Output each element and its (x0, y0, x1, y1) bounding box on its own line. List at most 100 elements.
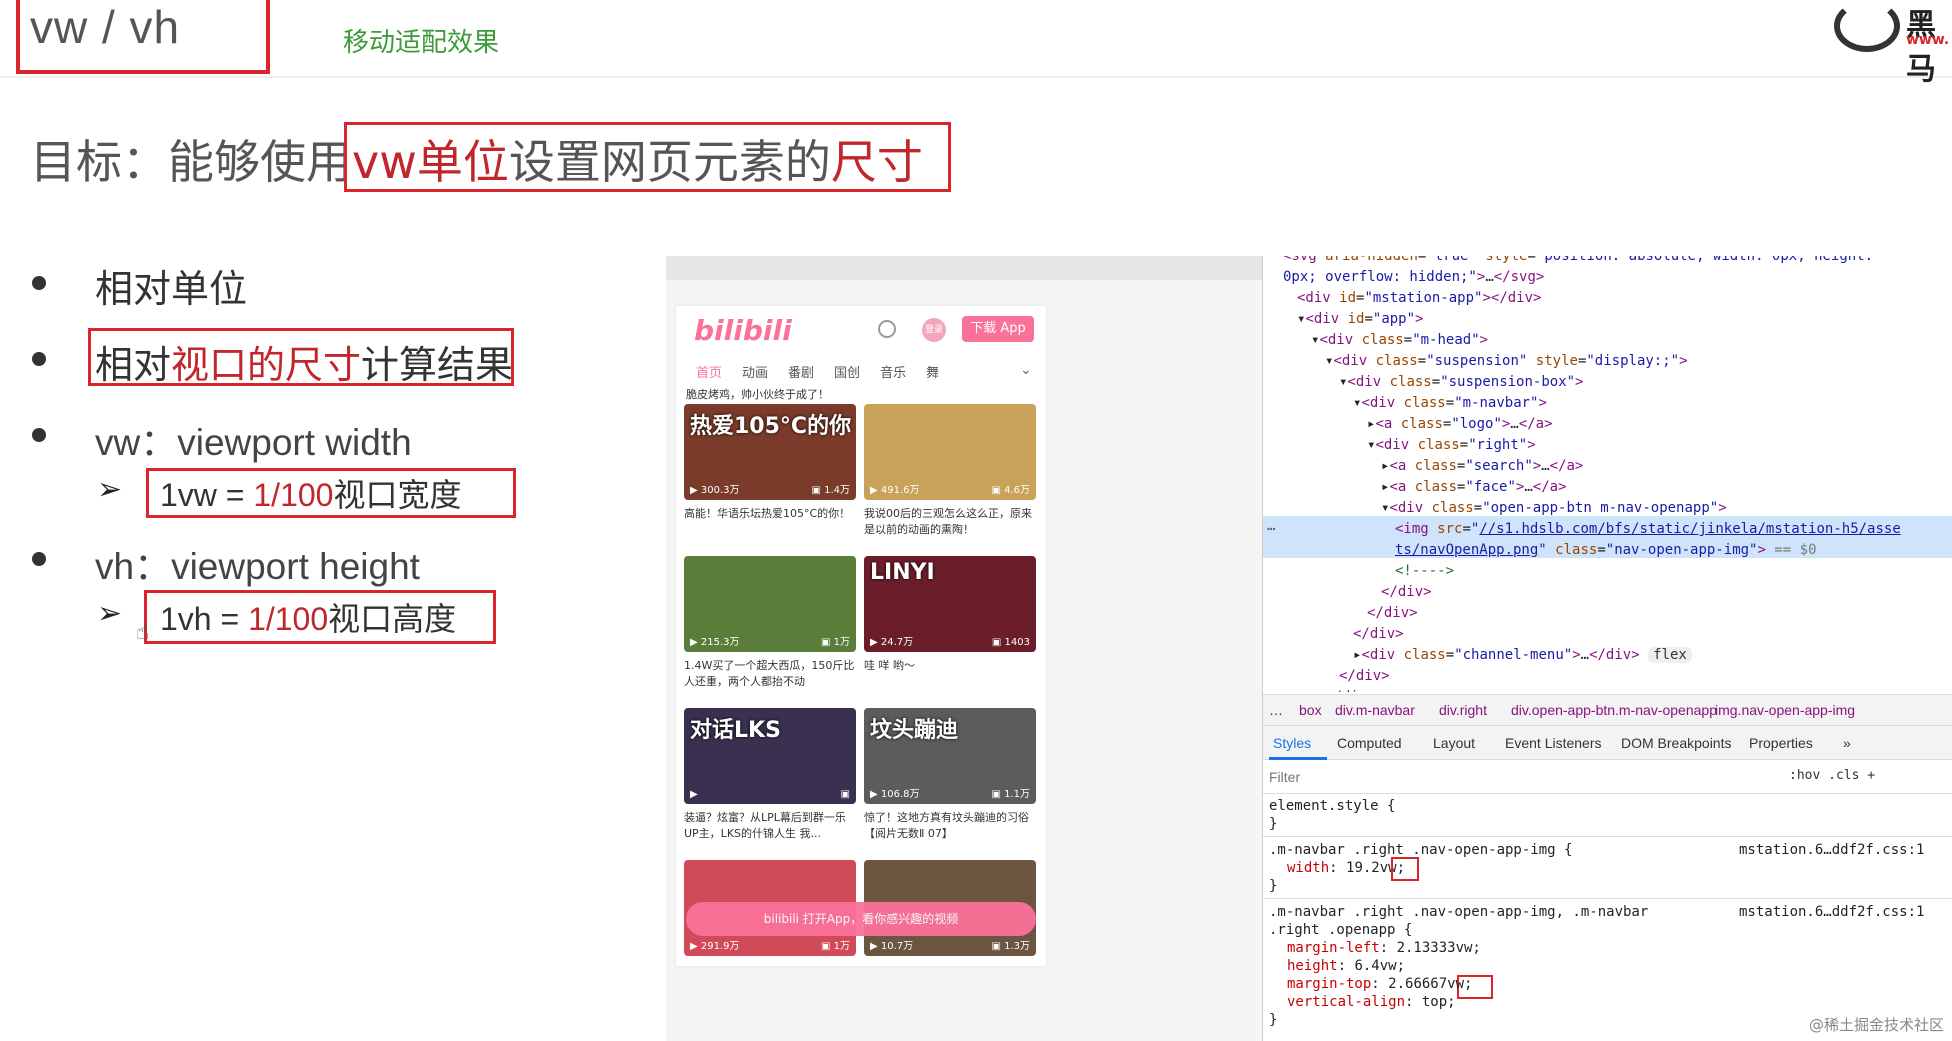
dom-node[interactable]: ▸<a class="search">…</a> (1381, 458, 1583, 474)
tab-1[interactable]: 动画 (742, 362, 768, 388)
dom-node[interactable]: <div id="mstation-app"></div> (1297, 290, 1541, 306)
video-caption: 惊了！这地方真有坟头蹦迪的习俗【阅片无数Ⅱ 07】 (864, 811, 1029, 840)
video-thumbnail[interactable]: 坟头蹦迪 ▶ 106.8万 ▣ 1.1万 (864, 708, 1036, 804)
css-declaration[interactable]: margin-top: 2.66667vw; (1287, 976, 1472, 992)
prop-value: 2.66667vw; (1388, 976, 1473, 992)
view-count-value: 106.8万 (880, 789, 920, 800)
rule-separator (1263, 836, 1952, 837)
dom-node[interactable]: 0px; overflow: hidden;">…</svg> (1283, 269, 1544, 285)
css-declaration[interactable]: margin-left: 2.13333vw; (1287, 940, 1481, 956)
tab-0[interactable]: 首页 (696, 362, 722, 388)
dom-node[interactable]: <!----> (1395, 563, 1454, 579)
thumbnail-headline: 热爱105°C的你 (690, 414, 852, 439)
video-card[interactable]: LINYI ▶ 24.7万 ▣ 1403 哇 咩 哟～ (864, 556, 1036, 690)
breadcrumb-item[interactable]: box (1299, 702, 1322, 718)
bullet-dot (32, 552, 46, 566)
video-card[interactable]: ▶ 215.3万 ▣ 1万 1.4W买了一个超大西瓜，150斤比人还重，两个人都抬不… (684, 556, 856, 690)
like-count: ▣ 1.1万 (991, 789, 1030, 800)
dom-node[interactable]: </div> (1339, 668, 1390, 684)
dom-node[interactable]: ▾<div class="open-app-btn m-nav-openapp"… (1381, 500, 1727, 516)
dom-node[interactable]: ▾<div class="suspension-box"> (1339, 374, 1583, 390)
tab-2[interactable]: 番剧 (788, 362, 814, 388)
view-count: ▶ 215.3万 (690, 637, 740, 648)
panel-tab-3[interactable]: Event Listeners (1505, 735, 1602, 751)
filter-input[interactable] (1267, 764, 1777, 790)
dom-node[interactable]: ▾<div id="app"> (1297, 311, 1423, 327)
breadcrumb-item[interactable]: div.open-app-btn.m-nav-openapp (1511, 702, 1717, 718)
video-caption: 脆皮烤鸡，帅小伙终于成了！ (686, 388, 829, 401)
watermark: @稀土掘金技术社区 (1808, 1016, 1944, 1034)
goal-highlight-box (344, 122, 951, 192)
rule1-width-decl[interactable]: width: 19.2vw; (1287, 860, 1405, 876)
thumbnail-headline: 对话LKS (690, 718, 781, 743)
tab-3[interactable]: 国创 (834, 362, 860, 388)
hov-cls-toggles[interactable]: :hov .cls + (1789, 768, 1875, 783)
like-count: ▣ 1.3万 (991, 941, 1030, 952)
like-count-value: 1万 (833, 941, 850, 952)
prop-name: width (1287, 860, 1330, 876)
video-thumbnail[interactable]: 对话LKS ▶ ▣ (684, 708, 856, 804)
video-thumbnail[interactable]: ▶ 215.3万 ▣ 1万 (684, 556, 856, 652)
tab-5[interactable]: 舞 (926, 362, 939, 388)
panel-tab-6[interactable]: » (1843, 735, 1851, 751)
download-app-button[interactable]: 下载 App (962, 316, 1034, 342)
video-caption: 1.4W买了一个超大西瓜，150斤比人还重，两个人都抬不动 (684, 659, 855, 688)
view-count: ▶ 106.8万 (870, 789, 920, 800)
dom-node[interactable]: ▾<div class="suspension" style="display:… (1325, 353, 1688, 369)
video-card[interactable]: 对话LKS ▶ ▣ 装逼？炫富？从LPL幕后到群一乐UP主，LKS的什锦人生 我.… (684, 708, 856, 842)
like-count-value: 1万 (833, 637, 850, 648)
dom-node[interactable]: </div> (1381, 584, 1432, 600)
dom-node[interactable]: ▾<div class="m-navbar"> (1353, 395, 1547, 411)
tab-4[interactable]: 音乐 (880, 362, 906, 388)
bullet-dot (32, 276, 46, 290)
video-card[interactable]: ▶ 491.6万 ▣ 4.6万 我说00后的三观怎么这么正，原来是以前的动画的熏陶！ (864, 404, 1036, 538)
breadcrumb-item[interactable]: img.nav-open-app-img (1715, 702, 1855, 718)
breadcrumb-item[interactable]: div.right (1439, 702, 1487, 718)
panel-tab-0[interactable]: Styles (1273, 735, 1311, 751)
video-card[interactable]: 坟头蹦迪 ▶ 106.8万 ▣ 1.1万 惊了！这地方真有坟头蹦迪的习俗【阅片无数Ⅱ … (864, 708, 1036, 842)
dom-node[interactable]: </div> (1353, 626, 1404, 642)
dom-node[interactable]: <img src="//s1.hdslb.com/bfs/static/jink… (1395, 521, 1901, 537)
panel-tab-5[interactable]: Properties (1749, 735, 1813, 751)
slide-subtitle: 移动适配效果 (343, 28, 500, 58)
elements-tree: … <svg aria-hidden="true" style="positio… (1263, 256, 1952, 692)
chevron-down-icon[interactable]: ⌄ (1020, 362, 1032, 378)
css-declaration[interactable]: vertical-align: top; (1287, 994, 1456, 1010)
panel-tab-4[interactable]: DOM Breakpoints (1621, 735, 1731, 751)
panel-tabs: Styles Computed Layout Event Listeners DOM B… (1263, 726, 1952, 760)
dom-node[interactable]: <svg aria-hidden="true" style="position:… (1283, 256, 1873, 264)
avatar[interactable]: 登录 (922, 318, 946, 342)
prop-value: 6.4vw; (1354, 958, 1406, 974)
dom-node[interactable]: ▸<div class="channel-menu">…</div> flex (1353, 647, 1692, 663)
video-thumbnail[interactable]: 热爱105°C的你 ▶ 300.3万 ▣ 1.4万 (684, 404, 856, 500)
rule-close: } (1269, 1012, 1278, 1028)
video-thumbnail[interactable]: ▶ 491.6万 ▣ 4.6万 (864, 404, 1036, 500)
open-app-bar[interactable]: bilibili 打开App，看你感兴趣的视频 (686, 902, 1036, 936)
rule1-source-link[interactable]: mstation.6…ddf2f.css:1 (1739, 842, 1924, 858)
thumbnail-headline: LINYI (870, 560, 935, 585)
view-count-value: 491.6万 (880, 485, 920, 496)
dom-node[interactable]: ts/navOpenApp.png" class="nav-open-app-i… (1395, 542, 1817, 558)
css-declaration[interactable]: height: 6.4vw; (1287, 958, 1405, 974)
breadcrumb-item[interactable]: … (1269, 702, 1283, 718)
logo-url: www. (1906, 32, 1950, 48)
video-caption: 哇 咩 哟～ (864, 659, 915, 672)
rule2-source-link[interactable]: mstation.6…ddf2f.css:1 (1739, 904, 1924, 920)
panel-tab-2[interactable]: Layout (1433, 735, 1475, 751)
video-card[interactable]: 热爱105°C的你 ▶ 300.3万 ▣ 1.4万 高能！华语乐坛热爱105°C的你！ (684, 404, 856, 538)
dom-node[interactable]: ▾<div class="right"> (1367, 437, 1536, 453)
dom-node[interactable]: </div> (1325, 689, 1376, 692)
rule-close: } (1269, 816, 1278, 832)
panel-tab-1[interactable]: Computed (1337, 735, 1402, 751)
breadcrumb-item[interactable]: div.m-navbar (1335, 702, 1415, 718)
search-icon[interactable] (878, 320, 896, 338)
prop-name: vertical-align (1287, 994, 1406, 1010)
dom-node[interactable]: ▾<div class="m-head"> (1311, 332, 1488, 348)
bilibili-logo[interactable]: bilibili (694, 314, 792, 347)
rule2-selector: .m-navbar .right .nav-open-app-img, .m-n… (1269, 904, 1649, 920)
video-thumbnail[interactable]: LINYI ▶ 24.7万 ▣ 1403 (864, 556, 1036, 652)
node-menu-dots[interactable]: … (1267, 518, 1275, 534)
dom-node[interactable]: ▸<a class="logo">…</a> (1367, 416, 1553, 432)
dom-node[interactable]: </div> (1367, 605, 1418, 621)
dom-node[interactable]: ▸<a class="face">…</a> (1381, 479, 1567, 495)
